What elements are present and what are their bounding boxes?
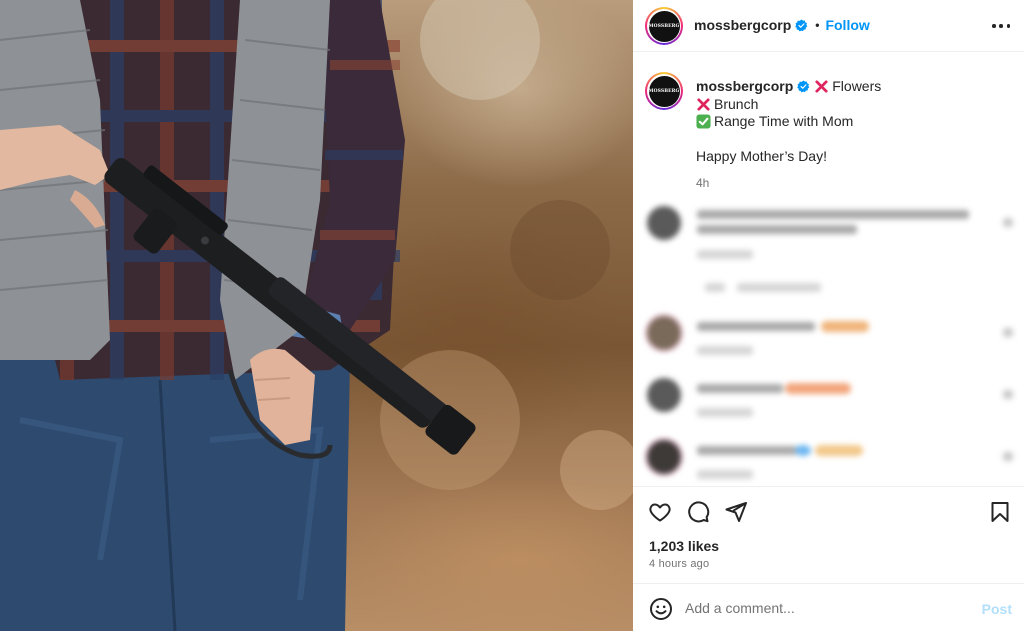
caption-line-flowers: Flowers	[832, 78, 882, 94]
post-photo[interactable]	[0, 0, 633, 631]
post-comment-button[interactable]: Post	[982, 601, 1012, 617]
post-header: MOSSBERG mossbergcorp • Follow	[633, 0, 1024, 52]
cross-mark-icon	[697, 98, 710, 111]
heart-icon[interactable]	[648, 500, 672, 524]
caption-line-range-time: Range Time with Mom	[714, 113, 854, 129]
paper-plane-icon[interactable]	[724, 500, 748, 524]
more-options-icon[interactable]	[992, 17, 1010, 35]
follow-button[interactable]: Follow	[825, 17, 869, 33]
post-actions-bar	[633, 486, 1024, 534]
brand-logo: MOSSBERG	[648, 10, 680, 42]
separator-dot: •	[815, 18, 820, 32]
likes-count[interactable]: 1,203 likes	[649, 538, 719, 554]
comment-input[interactable]	[685, 598, 965, 618]
blurred-comment	[645, 206, 1015, 306]
post-time-ago[interactable]: 4 hours ago	[649, 558, 709, 570]
caption-brand-logo: MOSSBERG	[648, 75, 680, 107]
caption-line-mothers-day: Happy Mother’s Day!	[696, 147, 827, 164]
blurred-comment	[645, 316, 1015, 376]
cross-mark-icon	[815, 80, 828, 93]
check-mark-icon	[696, 114, 711, 129]
blurred-comment	[645, 440, 1015, 480]
caption-line-brunch: Brunch	[714, 95, 759, 112]
blurred-comment	[645, 378, 1015, 438]
photo-illustration	[0, 0, 633, 631]
caption-timestamp: 4h	[696, 176, 710, 190]
caption-avatar[interactable]: MOSSBERG	[645, 72, 683, 110]
username-link[interactable]: mossbergcorp	[694, 17, 791, 33]
smiley-icon[interactable]	[649, 597, 673, 621]
comment-icon[interactable]	[686, 500, 710, 524]
post-side-panel: MOSSBERG mossbergcorp • Follow MOSSBERG …	[633, 0, 1024, 631]
verified-badge-icon	[795, 19, 808, 31]
caption-verified-icon	[797, 80, 810, 93]
caption-username[interactable]: mossbergcorp	[696, 78, 793, 96]
bookmark-icon[interactable]	[988, 500, 1012, 524]
add-comment-bar: Post	[633, 583, 1024, 631]
avatar[interactable]: MOSSBERG	[645, 7, 683, 45]
